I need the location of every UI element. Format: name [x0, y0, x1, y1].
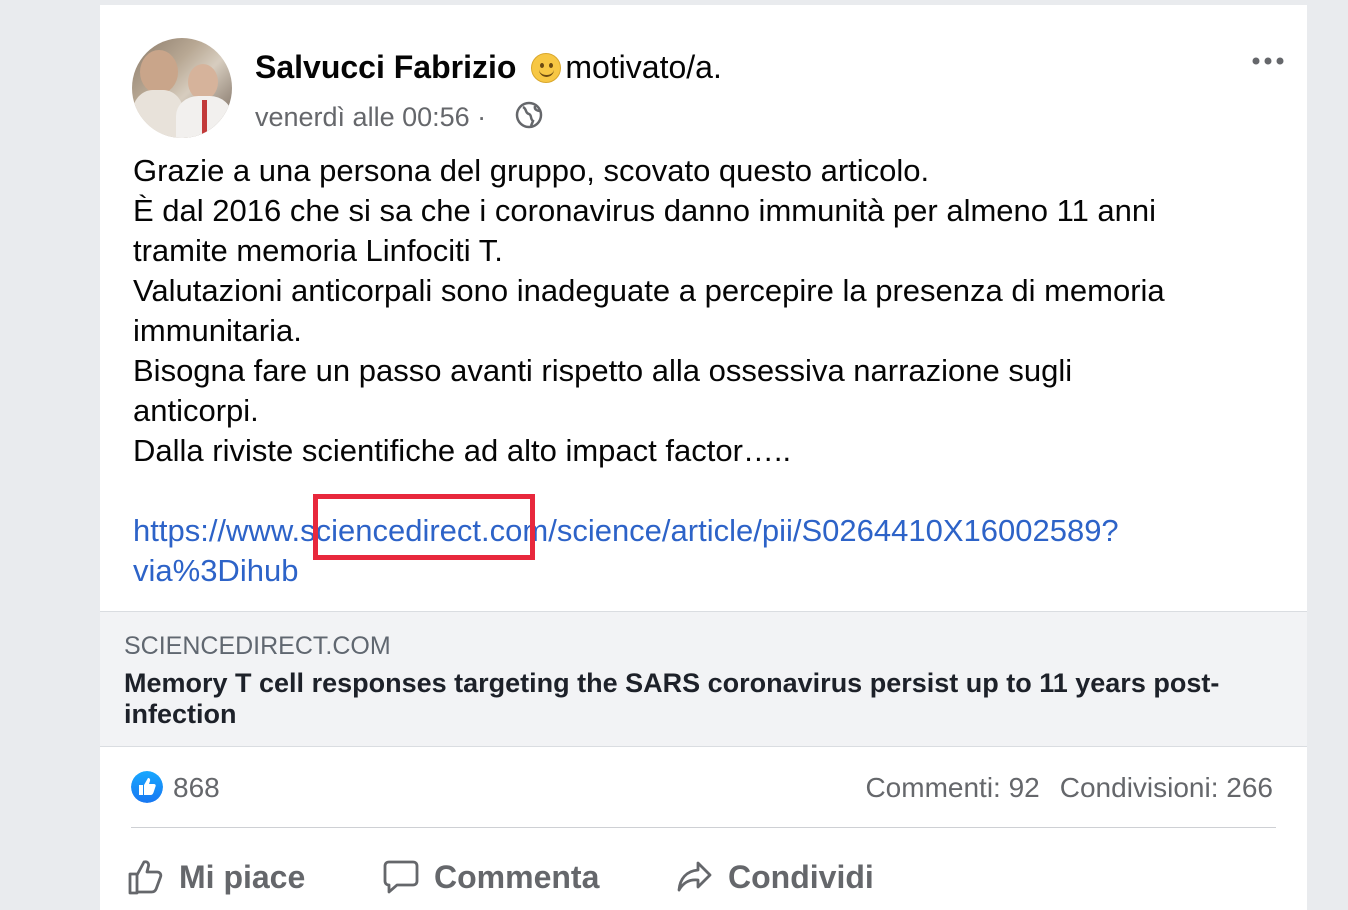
more-options-icon[interactable] [1250, 51, 1286, 71]
link-line[interactable]: via%3Dihub [133, 551, 1119, 591]
avatar[interactable] [132, 38, 232, 138]
like-button[interactable]: Mi piace [127, 854, 305, 900]
post-line: È dal 2016 che si sa che i coronavirus d… [133, 193, 1157, 228]
smiley-icon [531, 53, 562, 83]
preview-title: Memory T cell responses targeting the SA… [124, 668, 1220, 729]
share-button[interactable]: Condividi [676, 854, 874, 900]
comment-icon [383, 860, 419, 894]
post-card: Salvucci Fabrizio motivato/a. venerdì al… [100, 5, 1307, 910]
thumbs-up-icon [128, 860, 163, 895]
comment-label: Commenta [434, 858, 600, 895]
article-link[interactable]: https://www.sciencedirect.com/science/ar… [133, 511, 1119, 591]
preview-domain: SCIENCEDIRECT.COM [124, 632, 391, 660]
link-preview[interactable]: SCIENCEDIRECT.COM Memory T cell response… [100, 611, 1307, 747]
feeling-text: motivato/a. [565, 49, 722, 85]
post-line: anticorpi. [133, 393, 259, 428]
like-reaction-icon[interactable] [131, 771, 163, 803]
post-line: Dalla riviste scientifiche ad alto impac… [133, 433, 792, 468]
post-body: Grazie a una persona del gruppo, scovato… [133, 151, 1283, 471]
like-count[interactable]: 868 [173, 772, 220, 804]
author-name[interactable]: Salvucci Fabrizio [255, 49, 516, 85]
link-line[interactable]: https://www.sciencedirect.com/science/ar… [133, 511, 1119, 551]
comment-button[interactable]: Commenta [382, 854, 599, 900]
share-icon [677, 861, 712, 892]
divider [131, 827, 1276, 828]
globe-icon [515, 101, 543, 129]
comments-count[interactable]: Commenti: 92 [865, 772, 1039, 803]
share-label: Condividi [728, 858, 874, 895]
post-line: Grazie a una persona del gruppo, scovato… [133, 153, 930, 188]
post-stats: Commenti: 92 Condivisioni: 266 [865, 772, 1273, 804]
post-line: tramite memoria Linfociti T. [133, 233, 503, 268]
post-line: Valutazioni anticorpali sono inadeguate … [133, 273, 1165, 308]
post-line: immunitaria. [133, 313, 302, 348]
shares-count[interactable]: Condivisioni: 266 [1060, 772, 1273, 803]
post-line: Bisogna fare un passo avanti rispetto al… [133, 353, 1073, 388]
post-timestamp[interactable]: venerdì alle 00:56 · [255, 102, 486, 133]
like-label: Mi piace [179, 858, 306, 895]
post-header: Salvucci Fabrizio motivato/a. [255, 49, 722, 86]
highlight-box [313, 494, 535, 560]
